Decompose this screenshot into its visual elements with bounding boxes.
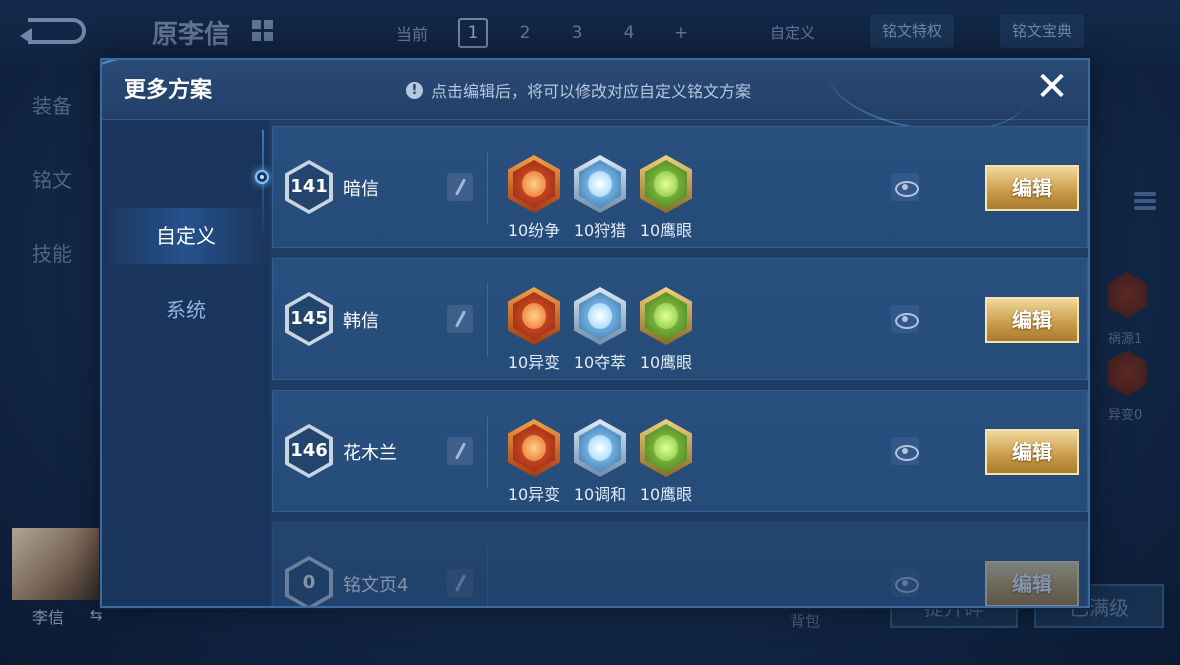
plan-list[interactable]: 141 暗信 10纷争 10狩猎 10鹰眼 编辑 145 韩信 10异变 10夺萃 10鹰眼 编辑 14… <box>272 126 1088 606</box>
harmony-rune-icon[interactable] <box>574 419 626 477</box>
plunder-rune-icon[interactable] <box>574 287 626 345</box>
more-plans-dialog: 更多方案 ! 点击编辑后，将可以修改对应自定义铭文方案 ✕ 自定义 系统 141… <box>100 58 1090 608</box>
hawkeye-rune-icon[interactable] <box>640 155 692 213</box>
rune-label: 10夺萃 <box>573 353 627 372</box>
rune-label: 10异变 <box>507 485 561 504</box>
discord-rune-icon[interactable] <box>508 155 560 213</box>
current-label: 当前 <box>396 25 429 44</box>
plan-name: 韩信 <box>343 311 379 332</box>
rename-pencil-icon[interactable] <box>447 569 473 597</box>
rename-pencil-icon[interactable] <box>447 173 473 201</box>
tab-custom[interactable]: 自定义 <box>102 208 270 264</box>
back-button[interactable] <box>20 18 86 44</box>
active-indicator-icon <box>255 170 269 184</box>
rune-level-badge: 146 <box>285 424 333 478</box>
rename-pencil-icon[interactable] <box>447 437 473 465</box>
swap-icon[interactable]: ⇆ <box>90 606 103 624</box>
divider <box>487 415 488 489</box>
edit-button[interactable]: 编辑 <box>985 297 1079 343</box>
add-page-button[interactable]: + <box>666 18 696 48</box>
side-nav-runes[interactable]: 铭文 <box>32 164 72 193</box>
preview-eye-icon[interactable] <box>891 173 919 201</box>
plan-name: 暗信 <box>343 179 379 200</box>
side-nav-equipment[interactable]: 装备 <box>32 90 72 119</box>
hawkeye-rune-icon[interactable] <box>640 419 692 477</box>
custom-label[interactable]: 自定义 <box>770 22 815 43</box>
rune-label: 10异变 <box>507 353 561 372</box>
rune-label: 10狩猎 <box>573 221 627 240</box>
rune-label: 10鹰眼 <box>639 221 693 240</box>
divider <box>487 283 488 357</box>
info-icon: ! <box>406 81 423 99</box>
plan-name: 花木兰 <box>343 443 397 464</box>
divider <box>487 151 488 225</box>
page-tab-4[interactable]: 4 <box>614 18 644 48</box>
bag-label[interactable]: 背包 <box>790 610 820 631</box>
rune-page-tabs: 当前 1 2 3 4 + <box>396 18 718 48</box>
tab-system[interactable]: 系统 <box>102 282 270 338</box>
rune-level-badge: 0 <box>285 556 333 606</box>
rune-level-value: 0 <box>302 572 316 593</box>
page-tab-3[interactable]: 3 <box>562 18 592 48</box>
page-tab-2[interactable]: 2 <box>510 18 540 48</box>
edit-button[interactable]: 编辑 <box>985 561 1079 606</box>
top-bar: 原李信 当前 1 2 3 4 + 自定义 铭文特权 铭文宝典 <box>0 0 1180 62</box>
plan-row[interactable]: 0 铭文页4 编辑 <box>272 522 1088 606</box>
menu-icon[interactable] <box>1134 192 1156 218</box>
divider <box>487 547 488 606</box>
edit-button[interactable]: 编辑 <box>985 429 1079 475</box>
plan-row[interactable]: 145 韩信 10异变 10夺萃 10鹰眼 编辑 <box>272 258 1088 380</box>
right-rune-label: 祸源1 <box>1108 332 1143 347</box>
hero-title: 原李信 <box>152 20 231 50</box>
rune-label: 10调和 <box>573 485 627 504</box>
rune-level-badge: 141 <box>285 160 333 214</box>
hero-name: 李信 <box>32 608 65 627</box>
hero-avatar[interactable] <box>12 528 100 600</box>
dialog-header: 更多方案 ! 点击编辑后，将可以修改对应自定义铭文方案 ✕ <box>102 60 1088 144</box>
dialog-title: 更多方案 <box>124 78 213 103</box>
mutation-rune-icon[interactable] <box>508 287 560 345</box>
rune-level-value: 146 <box>290 440 328 461</box>
notice-text: 点击编辑后，将可以修改对应自定义铭文方案 <box>431 82 752 101</box>
preview-eye-icon[interactable] <box>891 437 919 465</box>
preview-eye-icon[interactable] <box>891 569 919 597</box>
rune-label: 10纷争 <box>507 221 561 240</box>
mutation-rune-icon[interactable] <box>508 419 560 477</box>
rune-label: 10鹰眼 <box>639 353 693 372</box>
plan-category-sidebar: 自定义 系统 <box>102 120 270 606</box>
plan-name: 铭文页4 <box>343 575 409 596</box>
plan-row[interactable]: 141 暗信 10纷争 10狩猎 10鹰眼 编辑 <box>272 126 1088 248</box>
grid-icon[interactable] <box>252 20 274 42</box>
rune-dictionary-button[interactable]: 铭文宝典 <box>1000 14 1085 48</box>
close-button[interactable]: ✕ <box>1030 66 1074 110</box>
rune-label: 10鹰眼 <box>639 485 693 504</box>
sidebar-rail <box>262 130 264 240</box>
side-nav-skills[interactable]: 技能 <box>32 238 72 267</box>
hawkeye-rune-icon[interactable] <box>640 287 692 345</box>
rune-privilege-button[interactable]: 铭文特权 <box>870 14 955 48</box>
rune-level-value: 145 <box>290 308 328 329</box>
plan-row[interactable]: 146 花木兰 10异变 10调和 10鹰眼 编辑 <box>272 390 1088 512</box>
page-tab-1[interactable]: 1 <box>458 18 489 48</box>
right-rune-label: 异变0 <box>1108 408 1143 423</box>
preview-eye-icon[interactable] <box>891 305 919 333</box>
rename-pencil-icon[interactable] <box>447 305 473 333</box>
hunt-rune-icon[interactable] <box>574 155 626 213</box>
rune-level-value: 141 <box>290 176 328 197</box>
edit-button[interactable]: 编辑 <box>985 165 1079 211</box>
notice: ! 点击编辑后，将可以修改对应自定义铭文方案 <box>406 78 751 102</box>
rune-level-badge: 145 <box>285 292 333 346</box>
